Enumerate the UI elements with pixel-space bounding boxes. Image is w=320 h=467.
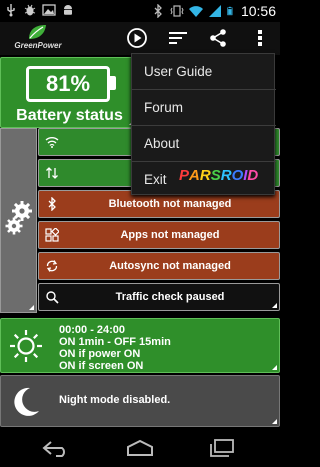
autosync-label: Autosync not managed <box>109 260 231 272</box>
traffic-check-row[interactable]: Traffic check paused <box>38 283 280 311</box>
corner-indicator <box>29 305 34 310</box>
overflow-icon <box>258 30 262 46</box>
android-icon <box>64 5 72 15</box>
home-icon <box>127 439 153 456</box>
schedule-line: ON 1min - OFF 15min <box>59 336 171 348</box>
battery-percent: 81% <box>45 71 91 96</box>
settings-panel[interactable] <box>0 128 37 313</box>
schedule-line: ON if power ON <box>59 348 141 360</box>
watermark-letter: O <box>231 167 244 184</box>
bluetooth-icon <box>154 4 162 18</box>
bug-icon <box>24 4 36 16</box>
watermark-letter: S <box>210 167 221 184</box>
watermark-logo: PARSROID <box>179 165 258 187</box>
back-icon <box>42 441 65 457</box>
menu-item-user-guide[interactable]: User Guide <box>132 54 276 89</box>
moon-icon <box>14 387 39 416</box>
schedule-card[interactable]: 00:00 - 24:00 ON 1min - OFF 15min ON if … <box>0 318 280 373</box>
share-button[interactable] <box>204 25 232 51</box>
wifi-icon <box>45 137 59 148</box>
night-mode-status: Night mode disabled. <box>59 394 171 406</box>
watermark-letter: D <box>247 167 259 184</box>
back-button[interactable] <box>42 437 72 459</box>
watermark-letter: R <box>199 167 211 184</box>
share-icon <box>210 29 226 47</box>
apps-toggle-row[interactable]: Apps not managed <box>38 221 280 249</box>
clock: 10:56 <box>240 3 276 19</box>
battery-icon <box>227 6 233 16</box>
notification-icons <box>4 3 75 17</box>
sun-icon <box>10 330 42 362</box>
home-button[interactable] <box>125 437 155 459</box>
schedule-line: 00:00 - 24:00 <box>59 324 126 336</box>
autosync-toggle-row[interactable]: Autosync not managed <box>38 252 280 280</box>
schedule-line: ON if screen ON <box>59 360 144 372</box>
usb-icon <box>7 4 15 17</box>
gears-icon <box>5 201 32 235</box>
overflow-menu: User Guide Forum About Exit PARSROID <box>131 53 276 197</box>
data-icon <box>46 167 58 179</box>
overflow-menu-button[interactable] <box>246 25 274 51</box>
corner-indicator <box>272 303 277 308</box>
watermark-letter: R <box>220 167 232 184</box>
recents-button[interactable] <box>206 437 236 459</box>
bluetooth-icon <box>48 197 56 211</box>
navigation-bar <box>0 428 280 467</box>
menu-item-exit-label: Exit <box>144 172 167 187</box>
watermark-letter: A <box>189 167 200 184</box>
action-bar: GreenPower <box>0 22 280 55</box>
recents-icon <box>210 439 234 457</box>
watermark-letter: P <box>179 167 190 184</box>
play-icon <box>127 28 147 48</box>
app-name: GreenPower <box>14 41 62 50</box>
image-icon <box>42 4 56 16</box>
menu-item-about[interactable]: About <box>132 126 276 161</box>
sync-icon <box>46 260 58 272</box>
play-button[interactable] <box>123 25 151 51</box>
battery-status-card[interactable]: 81% Battery status <box>0 57 137 128</box>
status-bar: 10:56 <box>0 0 280 22</box>
wifi-icon <box>188 6 203 17</box>
signal-icon <box>208 5 221 17</box>
battery-status-label: Battery status <box>16 107 123 124</box>
sort-icon <box>169 32 187 44</box>
corner-indicator <box>272 419 277 424</box>
system-icons: 10:56 <box>151 3 276 19</box>
menu-item-exit[interactable]: Exit PARSROID <box>132 162 276 197</box>
apps-icon <box>45 228 59 242</box>
leaf-icon <box>29 25 46 39</box>
vibrate-icon <box>170 5 184 17</box>
sort-button[interactable] <box>164 25 192 51</box>
menu-item-forum[interactable]: Forum <box>132 90 276 125</box>
corner-indicator <box>272 365 277 370</box>
app-logo[interactable]: GreenPower <box>8 23 68 54</box>
schedule-lines: 00:00 - 24:00 ON 1min - OFF 15min ON if … <box>59 324 171 372</box>
apps-label: Apps not managed <box>120 229 220 241</box>
battery-gauge-tip <box>110 76 116 90</box>
traffic-check-label: Traffic check paused <box>115 291 225 303</box>
search-icon <box>46 291 59 304</box>
night-mode-card[interactable]: Night mode disabled. <box>0 375 280 427</box>
